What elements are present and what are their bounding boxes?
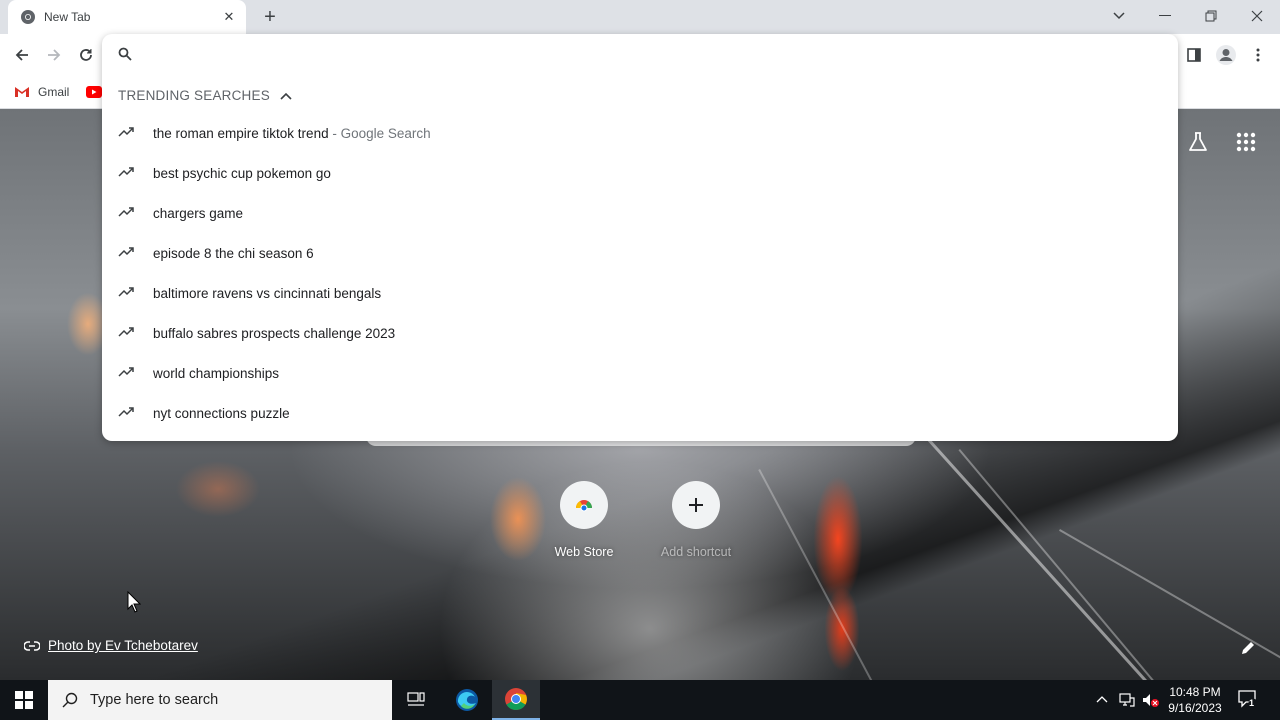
trending-searches-label: TRENDING SEARCHES xyxy=(118,88,270,103)
taskbar-search-placeholder: Type here to search xyxy=(90,692,219,708)
side-panel-button[interactable] xyxy=(1182,43,1206,67)
plus-icon xyxy=(672,481,720,529)
youtube-icon xyxy=(86,86,102,98)
shortcut-add[interactable]: Add shortcut xyxy=(651,481,741,559)
notification-count: 1 xyxy=(1249,698,1255,708)
close-tab-icon[interactable]: ✕ xyxy=(220,8,238,26)
shortcut-label: Add shortcut xyxy=(660,545,732,559)
suggestion-text: nyt connections puzzle xyxy=(153,405,290,421)
suggestion-text: the roman empire tiktok trend - Google S… xyxy=(153,125,431,141)
suggestion-text: world championships xyxy=(153,365,280,381)
omnibox-input[interactable] xyxy=(146,42,1146,68)
taskbar-search-box[interactable]: Type here to search xyxy=(48,680,392,720)
reload-icon xyxy=(80,49,92,61)
taskbar-clock[interactable]: 10:48 PM 9/16/2023 xyxy=(1163,684,1227,716)
suggestion-row[interactable]: nyt connections puzzle xyxy=(102,393,1178,433)
tab-strip: New Tab ✕ + xyxy=(0,0,1280,34)
action-center-button[interactable]: 1 xyxy=(1238,690,1260,710)
notification-icon xyxy=(1238,690,1258,708)
photo-credit-text: Photo by Ev Tchebotarev xyxy=(48,638,198,653)
menu-button[interactable] xyxy=(1246,43,1270,67)
mouse-cursor-icon xyxy=(127,591,141,613)
suggestion-row[interactable]: chargers game xyxy=(102,193,1178,233)
minimize-button[interactable] xyxy=(1151,4,1179,28)
task-view-button[interactable] xyxy=(392,680,440,720)
shortcut-label: Web Store xyxy=(554,545,614,559)
chrome-icon xyxy=(21,10,35,24)
search-icon xyxy=(118,47,132,61)
suggestion-text: buffalo sabres prospects challenge 2023 xyxy=(153,325,396,341)
omnibox-dropdown: TRENDING SEARCHES the roman empire tikto… xyxy=(102,34,1178,441)
suggestion-row[interactable]: baltimore ravens vs cincinnati bengals xyxy=(102,273,1178,313)
new-tab-button[interactable]: + xyxy=(258,6,282,30)
more-vert-icon xyxy=(1256,48,1260,62)
volume-muted-icon[interactable] xyxy=(1142,692,1160,708)
reload-button[interactable] xyxy=(74,43,98,67)
trending-up-icon xyxy=(118,327,134,337)
shortcut-web-store[interactable]: Web Store xyxy=(539,481,629,559)
bookmark-label: Gmail xyxy=(38,85,70,99)
back-button[interactable] xyxy=(10,43,34,67)
photo-credit-link[interactable]: Photo by Ev Tchebotarev xyxy=(24,638,198,653)
suggestion-text: best psychic cup pokemon go xyxy=(153,165,331,181)
suggestion-row[interactable]: episode 8 the chi season 6 xyxy=(102,233,1178,273)
web-store-icon xyxy=(560,481,608,529)
edit-pencil-icon[interactable] xyxy=(1240,640,1256,656)
show-hidden-icons-chevron-icon[interactable] xyxy=(1096,694,1108,704)
trending-up-icon xyxy=(118,287,134,297)
trending-up-icon xyxy=(118,247,134,257)
chevron-up-icon[interactable] xyxy=(280,92,292,100)
bookmark-youtube[interactable] xyxy=(86,83,102,101)
profile-button[interactable] xyxy=(1214,43,1238,67)
chrome-icon xyxy=(505,688,527,710)
network-icon[interactable] xyxy=(1118,692,1136,708)
gmail-icon xyxy=(15,87,29,97)
taskbar-edge[interactable] xyxy=(443,680,491,720)
suggestion-text: episode 8 the chi season 6 xyxy=(153,245,314,261)
tab-title: New Tab xyxy=(44,10,91,24)
start-button[interactable] xyxy=(0,680,48,720)
forward-button[interactable] xyxy=(42,43,66,67)
labs-icon[interactable] xyxy=(1186,130,1210,154)
suggestion-text: baltimore ravens vs cincinnati bengals xyxy=(153,285,382,301)
restore-button[interactable] xyxy=(1197,4,1225,28)
profile-icon xyxy=(1216,45,1236,65)
arrow-left-icon xyxy=(15,49,28,61)
trending-up-icon xyxy=(118,127,134,137)
clock-date: 9/16/2023 xyxy=(1168,701,1222,715)
suggestion-subtext: - Google Search xyxy=(328,125,431,141)
side-panel-icon xyxy=(1187,48,1201,62)
tab-new-tab[interactable]: New Tab ✕ xyxy=(8,0,246,34)
link-icon xyxy=(24,640,40,651)
tab-search-chevron-icon[interactable] xyxy=(1105,4,1133,28)
task-view-icon xyxy=(407,692,425,706)
edge-icon xyxy=(456,689,478,711)
suggestion-row[interactable]: buffalo sabres prospects challenge 2023 xyxy=(102,313,1178,353)
windows-logo-icon xyxy=(15,691,33,709)
search-icon xyxy=(62,692,78,708)
trending-searches-heading[interactable]: TRENDING SEARCHES xyxy=(118,88,292,103)
bookmark-gmail[interactable]: Gmail xyxy=(14,83,69,101)
windows-taskbar: Type here to search 10:48 PM 9/16/2023 1 xyxy=(0,680,1280,720)
trending-up-icon xyxy=(118,207,134,217)
clock-time: 10:48 PM xyxy=(1169,685,1221,699)
taskbar-chrome[interactable] xyxy=(492,680,540,720)
suggestion-row[interactable]: the roman empire tiktok trend - Google S… xyxy=(102,113,1178,153)
apps-grid-icon[interactable] xyxy=(1234,130,1258,154)
trending-up-icon xyxy=(118,407,134,417)
suggestion-row[interactable]: best psychic cup pokemon go xyxy=(102,153,1178,193)
arrow-right-icon xyxy=(48,49,61,61)
trending-up-icon xyxy=(118,167,134,177)
trending-up-icon xyxy=(118,367,134,377)
suggestion-row[interactable]: world championships xyxy=(102,353,1178,393)
close-window-button[interactable] xyxy=(1243,4,1271,28)
suggestion-text: chargers game xyxy=(153,205,244,221)
